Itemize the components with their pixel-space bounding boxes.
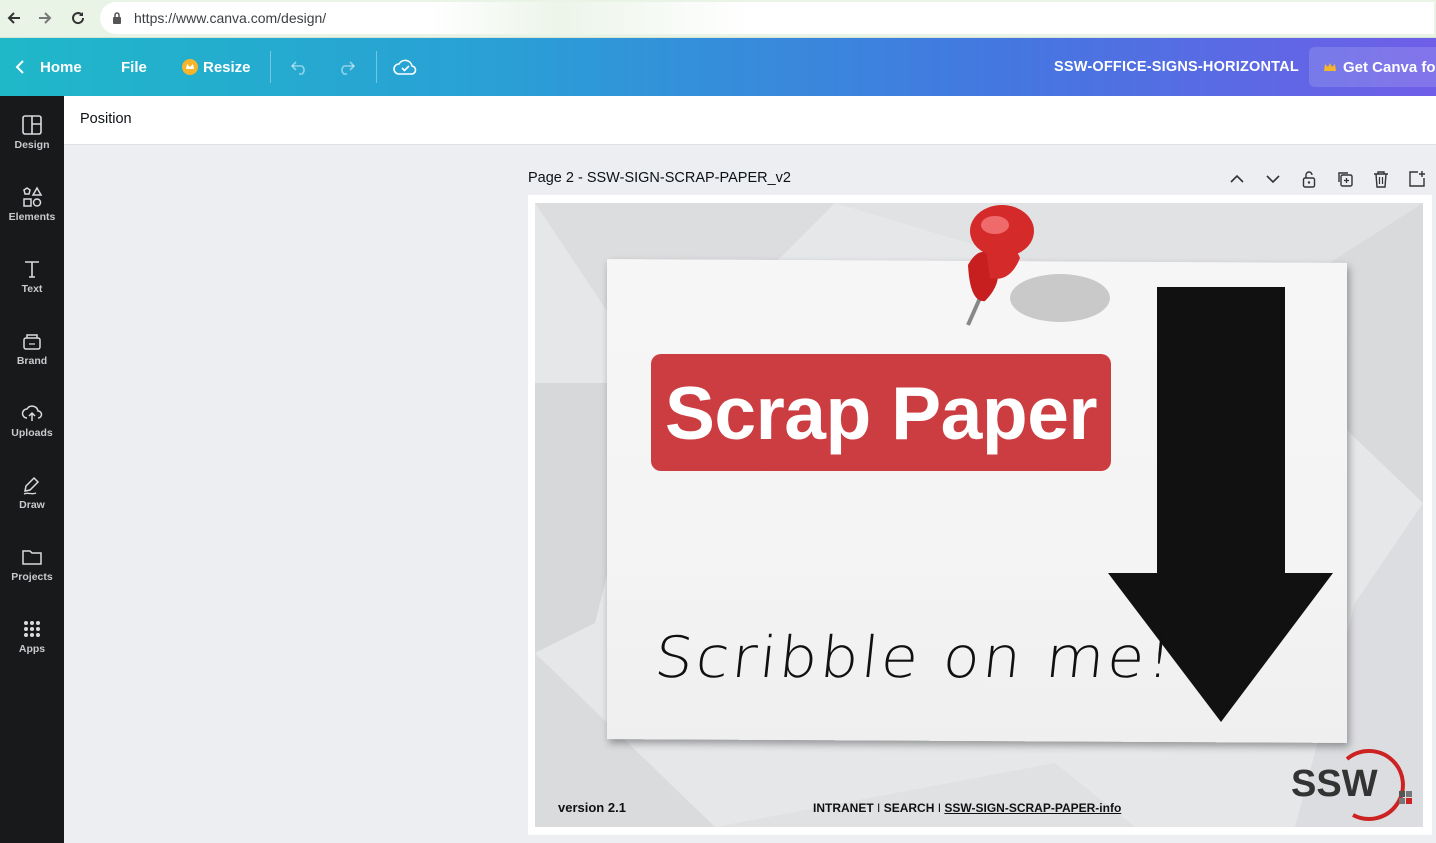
add-page-icon [1409,171,1425,187]
pen-icon [23,476,40,495]
forward-icon[interactable] [33,6,57,30]
sidebar-item-text[interactable]: Text [0,240,64,312]
redo-button[interactable] [336,38,356,96]
scribble-text[interactable]: Scribble on me! [652,625,1178,692]
editor-header: Home File Resize SSW-OFFICE-SIGNS-HORIZO… [0,38,1436,96]
cloud-check-icon [393,59,417,75]
side-panel-nav: Design Elements Text Brand Uploads Draw … [0,96,64,843]
save-status-button[interactable] [393,38,417,96]
shapes-icon [23,186,43,207]
version-text[interactable]: version 2.1 [558,800,626,815]
chevron-left-icon [15,60,24,74]
sidebar-item-label: Elements [8,211,56,223]
intranet-link[interactable]: INTRANET [813,801,874,815]
separator: I [937,801,942,815]
sidebar-item-label: Uploads [11,427,53,439]
crown-icon [182,59,198,75]
position-button[interactable]: Position [80,111,132,127]
sidebar-item-elements[interactable]: Elements [0,168,64,240]
page-down-button[interactable] [1262,168,1284,190]
cloud-upload-icon [21,405,43,421]
sidebar-item-apps[interactable]: Apps [0,600,64,672]
title-banner[interactable]: Scrap Paper [651,354,1111,471]
grid-icon [24,621,40,637]
text-icon [25,261,39,278]
lock-page-button[interactable] [1298,168,1320,190]
home-button[interactable]: Home [14,38,82,96]
brand-icon [23,334,41,350]
search-link[interactable]: SEARCH [884,801,935,815]
sidebar-item-draw[interactable]: Draw [0,456,64,528]
home-label: Home [40,58,82,76]
duplicate-page-button[interactable] [1334,168,1356,190]
resize-button[interactable]: Resize [182,38,251,96]
chevron-up-icon [1230,174,1244,183]
file-label: File [121,58,147,76]
sidebar-item-label: Draw [19,499,45,511]
separator: I [877,801,881,815]
sidebar-item-projects[interactable]: Projects [0,528,64,600]
ssw-logo-text: SSW [1291,763,1378,805]
sidebar-item-uploads[interactable]: Uploads [0,384,64,456]
page-up-button[interactable] [1226,168,1248,190]
browser-toolbar: https://www.canva.com/design/ [0,0,1436,38]
crown-icon [1324,63,1336,71]
reload-icon[interactable] [66,6,90,30]
undo-icon [290,61,305,75]
lock-icon [112,11,122,29]
back-icon[interactable] [2,6,26,30]
get-canva-label: Get Canva for [1343,58,1436,76]
sidebar-item-label: Design [14,139,50,151]
get-canva-button[interactable]: Get Canva for [1309,47,1436,87]
context-toolbar: Position [64,96,1436,145]
footer-links[interactable]: INTRANET I SEARCH I SSW-SIGN-SCRAP-PAPER… [813,801,1121,815]
info-link[interactable]: SSW-SIGN-SCRAP-PAPER-info [944,801,1121,815]
sidebar-item-label: Brand [16,355,48,367]
divider [270,51,271,83]
resize-label: Resize [203,58,251,76]
sidebar-item-label: Text [21,283,43,295]
delete-page-button[interactable] [1370,168,1392,190]
divider [376,51,377,83]
sidebar-item-label: Apps [18,643,46,655]
sidebar-item-label: Projects [11,571,53,583]
layout-icon [22,115,42,135]
redo-icon [341,61,356,75]
title-text: Scrap Paper [664,370,1098,455]
design-title[interactable]: SSW-OFFICE-SIGNS-HORIZONTAL [1054,59,1299,75]
add-page-button[interactable] [1406,168,1428,190]
chevron-down-icon [1266,175,1280,184]
page-title[interactable]: Page 2 - SSW-SIGN-SCRAP-PAPER_v2 [528,170,791,186]
folder-icon [22,550,42,565]
sidebar-item-brand[interactable]: Brand [0,312,64,384]
url-blur [430,2,750,34]
duplicate-icon [1338,172,1353,187]
address-bar[interactable]: https://www.canva.com/design/ [100,2,1434,34]
design-canvas[interactable]: Scrap Paper Scribble on me! version 2.1 … [535,203,1423,827]
ssw-logo[interactable]: SSW [1287,747,1417,823]
unlock-icon [1302,171,1316,188]
file-menu-button[interactable]: File [121,38,147,96]
sidebar-item-design[interactable]: Design [0,96,64,168]
url-text: https://www.canva.com/design/ [134,10,327,26]
trash-icon [1374,171,1388,188]
undo-button[interactable] [290,38,310,96]
